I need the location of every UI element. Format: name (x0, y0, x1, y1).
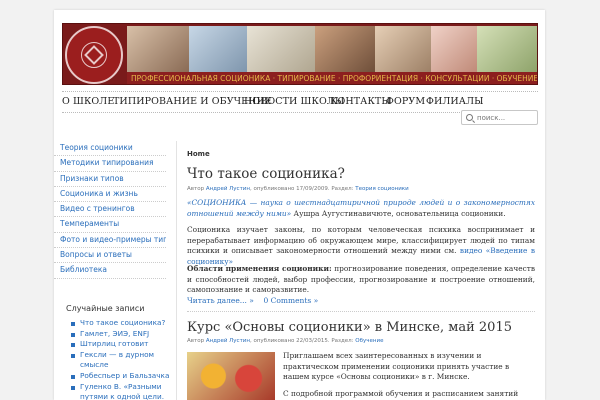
quote-author: Аушра Аугустинавичюте, основательница со… (291, 208, 506, 218)
post-paragraph: С подробной программой обучения и распис… (283, 389, 519, 400)
school-logo (65, 26, 123, 84)
random-post-link[interactable]: Робеспьер и Бальзачка (70, 371, 180, 382)
meta-date: , опубликовано 22/03/2015. Раздел: (249, 338, 356, 344)
random-post-link[interactable]: Что такое соционика? (70, 318, 180, 329)
post-category-link[interactable]: Обучение (355, 338, 383, 344)
post-title[interactable]: Что такое соционика? (187, 166, 345, 182)
post-author-link[interactable]: Андрей Лустин (206, 186, 250, 192)
search-input[interactable] (477, 112, 535, 123)
sidebar-item-video[interactable]: Видео с тренингов (54, 202, 166, 218)
read-more-row: Читать далее... » 0 Comments » (187, 296, 318, 305)
sidebar-item-theory[interactable]: Теория соционики (54, 141, 166, 157)
sidebar-item-methods[interactable]: Методики типирования (54, 156, 166, 172)
sidebar-menu: Теория соционики Методики типирования Пр… (54, 141, 171, 279)
search-box[interactable] (461, 110, 538, 125)
post-separator (187, 311, 535, 312)
sidebar-item-temperaments[interactable]: Темпераменты (54, 217, 166, 233)
post-paragraph: Области применения соционики: прогнозиро… (187, 264, 535, 296)
nav-item-branches[interactable]: ФИЛИАЛЫ (426, 96, 484, 107)
post-meta: Автор Андрей Лустин, опубликовано 22/03/… (187, 338, 383, 344)
banner-photo (315, 26, 375, 72)
sidebar-item-library[interactable]: Библиотека (54, 263, 166, 279)
random-post-link[interactable]: Гамлет, ЭИЭ, ENFJ (70, 329, 180, 340)
random-posts-title: Случайные записи (66, 304, 145, 313)
nav-item-forum[interactable]: ФОРУМ (386, 96, 425, 107)
random-post-link[interactable]: Гуленко В. «Разными путями к одной цели. (70, 382, 180, 400)
sidebar-item-signs[interactable]: Признаки типов (54, 172, 166, 187)
breadcrumb[interactable]: Home (187, 150, 210, 158)
banner-photo (477, 26, 537, 72)
post-title[interactable]: Курс «Основы соционики» в Минске, май 20… (187, 320, 512, 335)
sidebar-item-faq[interactable]: Вопросы и ответы (54, 248, 166, 264)
read-more-link[interactable]: Читать далее... » (187, 296, 254, 305)
post-paragraph: Приглашаем всех заинтересованных в изуче… (283, 351, 510, 382)
meta-date: , опубликовано 17/09/2009. Раздел: (249, 186, 356, 192)
banner-photo (189, 26, 247, 72)
post-meta: Автор Андрей Лустин, опубликовано 17/09/… (187, 186, 409, 192)
post-author-link[interactable]: Андрей Лустин (206, 338, 250, 344)
comments-link[interactable]: 0 Comments » (263, 296, 318, 305)
sidebar-item-examples[interactable]: Фото и видео-примеры типов (54, 233, 166, 249)
banner-photo (127, 26, 189, 72)
banner-tagline: ПРОФЕССИОНАЛЬНАЯ СОЦИОНИКА · ТИПИРОВАНИЕ… (127, 72, 537, 84)
banner-photo (375, 26, 431, 72)
paragraph-bold: Области применения соционики: (187, 264, 332, 273)
column-divider (176, 141, 177, 400)
random-post-link[interactable]: Штирлиц готовит (70, 339, 180, 350)
post-quote: «СОЦИОНИКА — наука о шестнадцатиричной п… (187, 198, 535, 219)
post-thumbnail[interactable] (187, 352, 275, 400)
random-posts-list: Что такое соционика? Гамлет, ЭИЭ, ENFJ Ш… (70, 318, 180, 400)
meta-prefix: Автор (187, 186, 206, 192)
post-category-link[interactable]: Теория соционики (355, 186, 408, 192)
random-post-link[interactable]: Гексли — в дурном смысле (70, 350, 180, 371)
banner-photo (247, 26, 315, 72)
sidebar-item-life[interactable]: Соционика и жизнь (54, 187, 166, 203)
search-icon (466, 114, 473, 121)
banner-photo (431, 26, 477, 72)
nav-item-about[interactable]: О ШКОЛЕ (62, 96, 114, 107)
header-banner[interactable]: ПРОФЕССИОНАЛЬНАЯ СОЦИОНИКА · ТИПИРОВАНИЕ… (62, 23, 538, 85)
nav-item-contacts[interactable]: КОНТАКТЫ (330, 96, 391, 107)
post-paragraph: Соционика изучает законы, по которым чел… (187, 225, 535, 268)
meta-prefix: Автор (187, 338, 206, 344)
